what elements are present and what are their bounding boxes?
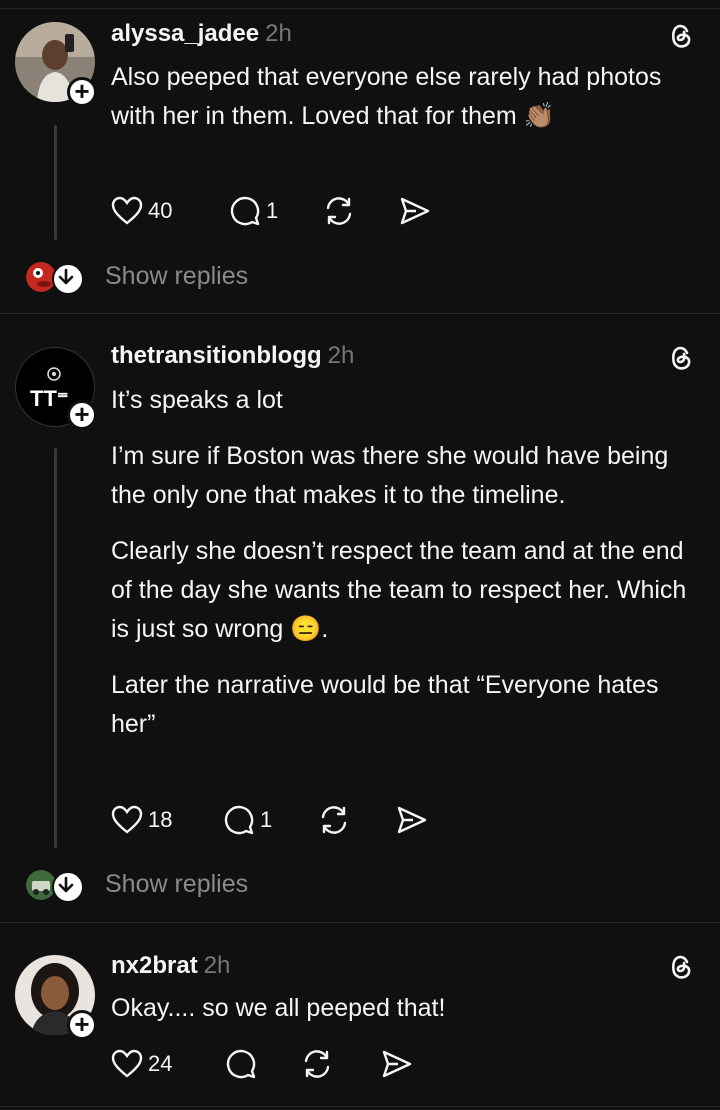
repost-icon [326, 197, 352, 225]
like-button[interactable]: 40 [111, 193, 172, 229]
show-replies-row[interactable]: Show replies [0, 258, 720, 298]
repost-icon [304, 1050, 330, 1078]
timestamp: 2h [327, 342, 355, 369]
thread-line [54, 448, 57, 848]
post-header: thetransitionblogg 2h [111, 342, 354, 370]
like-count: 40 [148, 198, 173, 223]
repost-button[interactable] [323, 193, 355, 229]
comment-icon [230, 196, 260, 226]
show-replies-label[interactable]: Show replies [105, 262, 248, 291]
send-icon [382, 1050, 412, 1078]
share-button[interactable] [396, 802, 428, 838]
post-paragraph: Also peeped that everyone else rarely ha… [111, 63, 662, 130]
timestamp: 2h [265, 20, 292, 47]
post-divider [0, 922, 720, 923]
reply-count: 1 [260, 807, 273, 832]
arrow-down-icon [58, 268, 74, 285]
share-button[interactable] [381, 1046, 413, 1082]
reply-button[interactable]: 1 [229, 193, 278, 229]
threads-logo-icon[interactable] [665, 951, 697, 983]
heart-icon [111, 1049, 143, 1078]
reply-button[interactable] [225, 1046, 257, 1082]
repost-button[interactable] [301, 1046, 333, 1082]
post-header: alyssa_jadee 2h [111, 20, 292, 48]
post-paragraph: It’s speaks a lot [111, 386, 283, 414]
thread-line [54, 125, 57, 240]
post-paragraph: Later the narrative would be that “Every… [111, 671, 659, 738]
repost-icon [321, 806, 347, 834]
follow-button[interactable]: + [67, 400, 97, 430]
like-count: 18 [148, 807, 173, 832]
post-paragraph: I’m sure if Boston was there she would h… [111, 442, 669, 509]
avatar-text: TT⁼ [30, 386, 69, 411]
heart-icon [111, 805, 143, 834]
share-button[interactable] [399, 193, 431, 229]
repost-button[interactable] [318, 802, 350, 838]
send-icon [400, 197, 430, 225]
send-icon [397, 806, 427, 834]
follow-button[interactable]: + [67, 1010, 97, 1040]
timestamp: 2h [203, 952, 231, 979]
expand-replies-button[interactable] [52, 871, 84, 903]
top-divider [0, 8, 720, 9]
expand-replies-button[interactable] [52, 263, 84, 295]
like-button[interactable]: 18 [111, 802, 172, 838]
username[interactable]: nx2brat [111, 952, 198, 979]
post-divider [0, 1106, 720, 1107]
post-paragraph: Okay.... so we all peeped that! [111, 994, 446, 1022]
reply-button[interactable]: 1 [223, 802, 272, 838]
show-replies-row[interactable]: Show replies [0, 866, 720, 906]
like-count: 24 [148, 1051, 173, 1076]
show-replies-label[interactable]: Show replies [105, 870, 248, 899]
post-paragraph: Clearly she doesn’t respect the team and… [111, 537, 687, 643]
comment-icon [224, 805, 254, 835]
username[interactable]: alyssa_jadee [111, 20, 259, 47]
heart-icon [111, 196, 143, 225]
follow-button[interactable]: + [67, 77, 97, 107]
like-button[interactable]: 24 [111, 1046, 172, 1082]
comment-icon [226, 1049, 256, 1079]
post-text: It’s speaks a lot I’m sure if Boston was… [111, 381, 701, 744]
threads-logo-icon[interactable] [665, 20, 697, 52]
post-text: Also peeped that everyone else rarely ha… [111, 58, 701, 136]
arrow-down-icon [58, 876, 74, 893]
username[interactable]: thetransitionblogg [111, 342, 322, 369]
post-divider [0, 313, 720, 314]
post-header: nx2brat 2h [111, 952, 230, 980]
threads-logo-icon[interactable] [665, 342, 697, 374]
reply-count: 1 [266, 198, 279, 223]
post-text: Okay.... so we all peeped that! [111, 989, 701, 1028]
